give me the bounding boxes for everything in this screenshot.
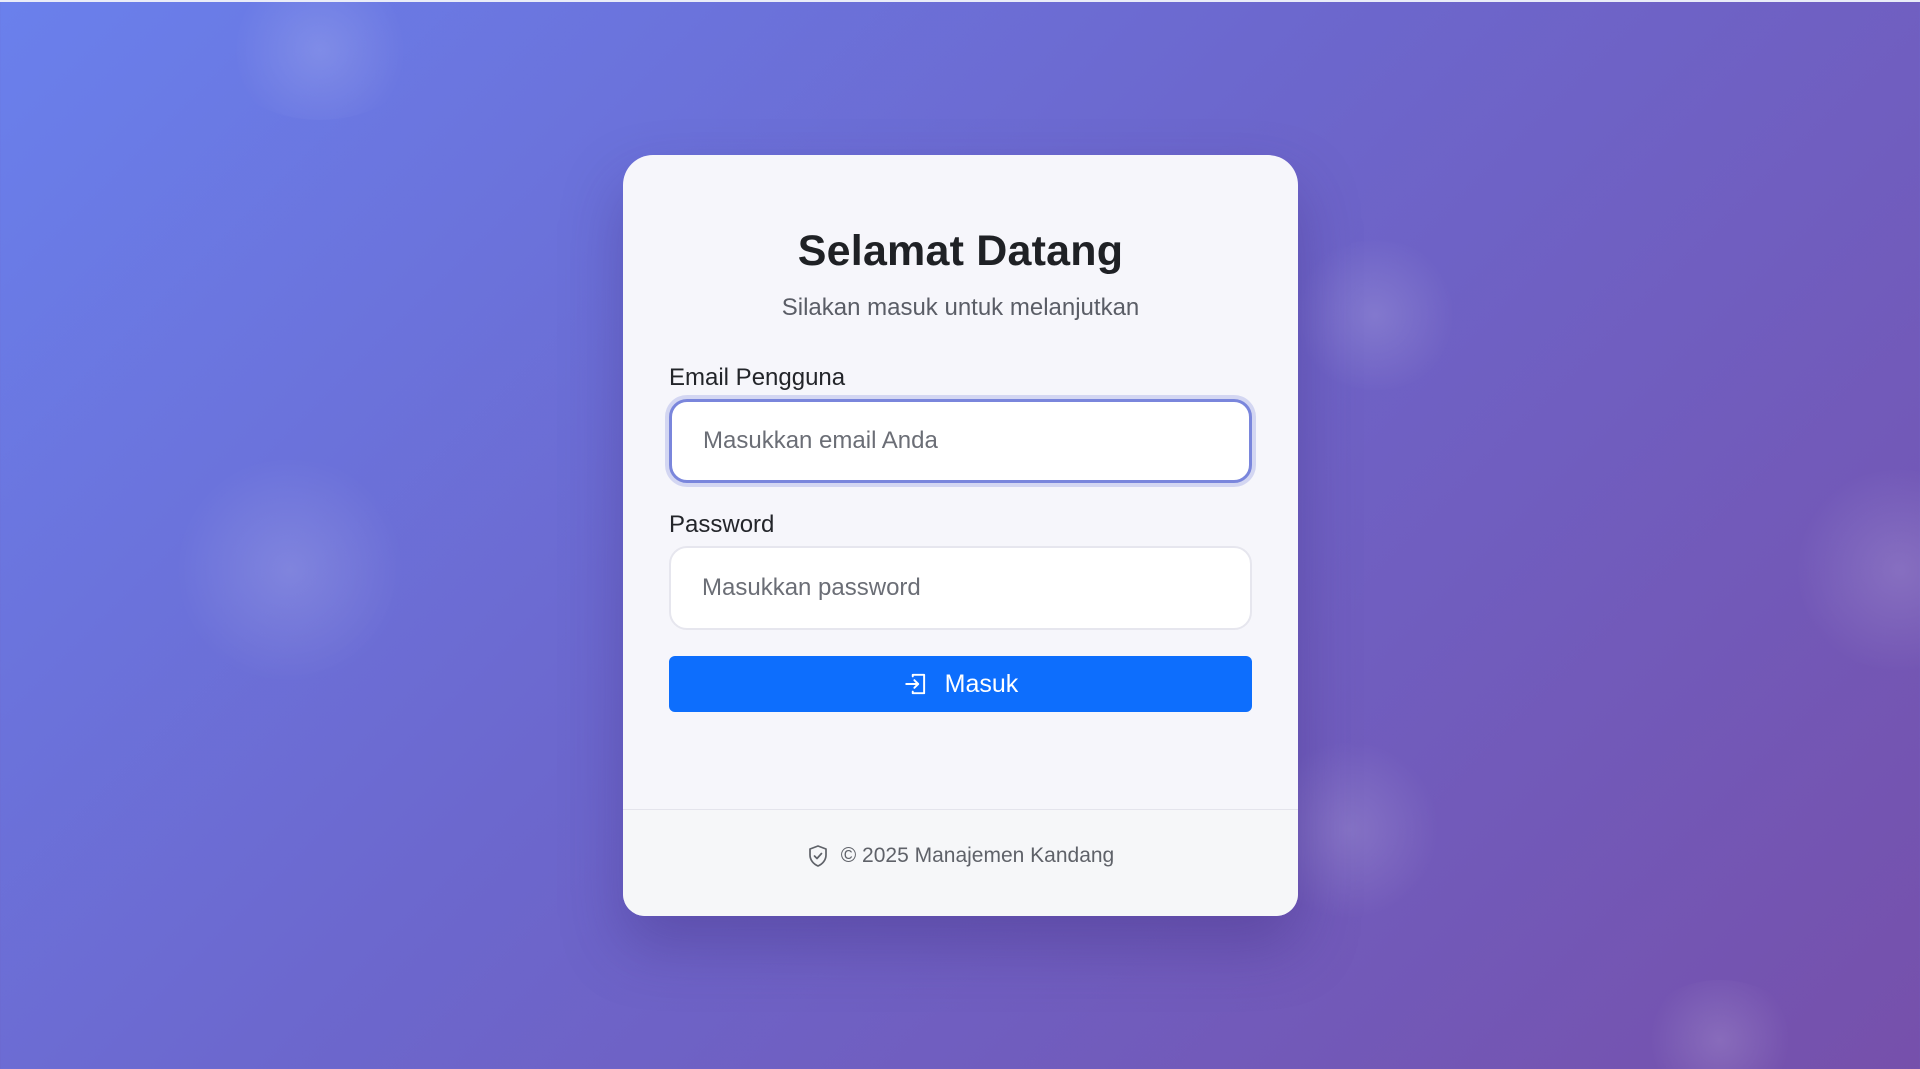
background-bokeh (1290, 240, 1460, 390)
email-input[interactable] (669, 399, 1252, 483)
email-label: Email Pengguna (669, 364, 846, 391)
background-bokeh (220, 0, 420, 120)
login-button-label: Masuk (944, 669, 1019, 698)
background-bokeh (1790, 470, 1920, 670)
page-subtitle: Silakan masuk untuk melanjutkan (781, 294, 1140, 321)
password-label: Password (669, 511, 775, 538)
shield-check-icon (807, 844, 829, 868)
background-bokeh (1640, 980, 1800, 1069)
login-button[interactable]: Masuk (669, 656, 1252, 712)
login-card: Selamat Datang Silakan masuk untuk melan… (623, 155, 1298, 916)
card-footer: © 2025 Manajemen Kandang (623, 809, 1298, 916)
copyright-text: © 2025 Manajemen Kandang (840, 844, 1115, 867)
page-title: Selamat Datang (797, 227, 1124, 275)
sign-in-icon (903, 671, 929, 697)
login-card-body: Selamat Datang Silakan masuk untuk melan… (623, 155, 1298, 809)
password-input[interactable] (669, 546, 1252, 630)
background-bokeh (170, 460, 410, 680)
